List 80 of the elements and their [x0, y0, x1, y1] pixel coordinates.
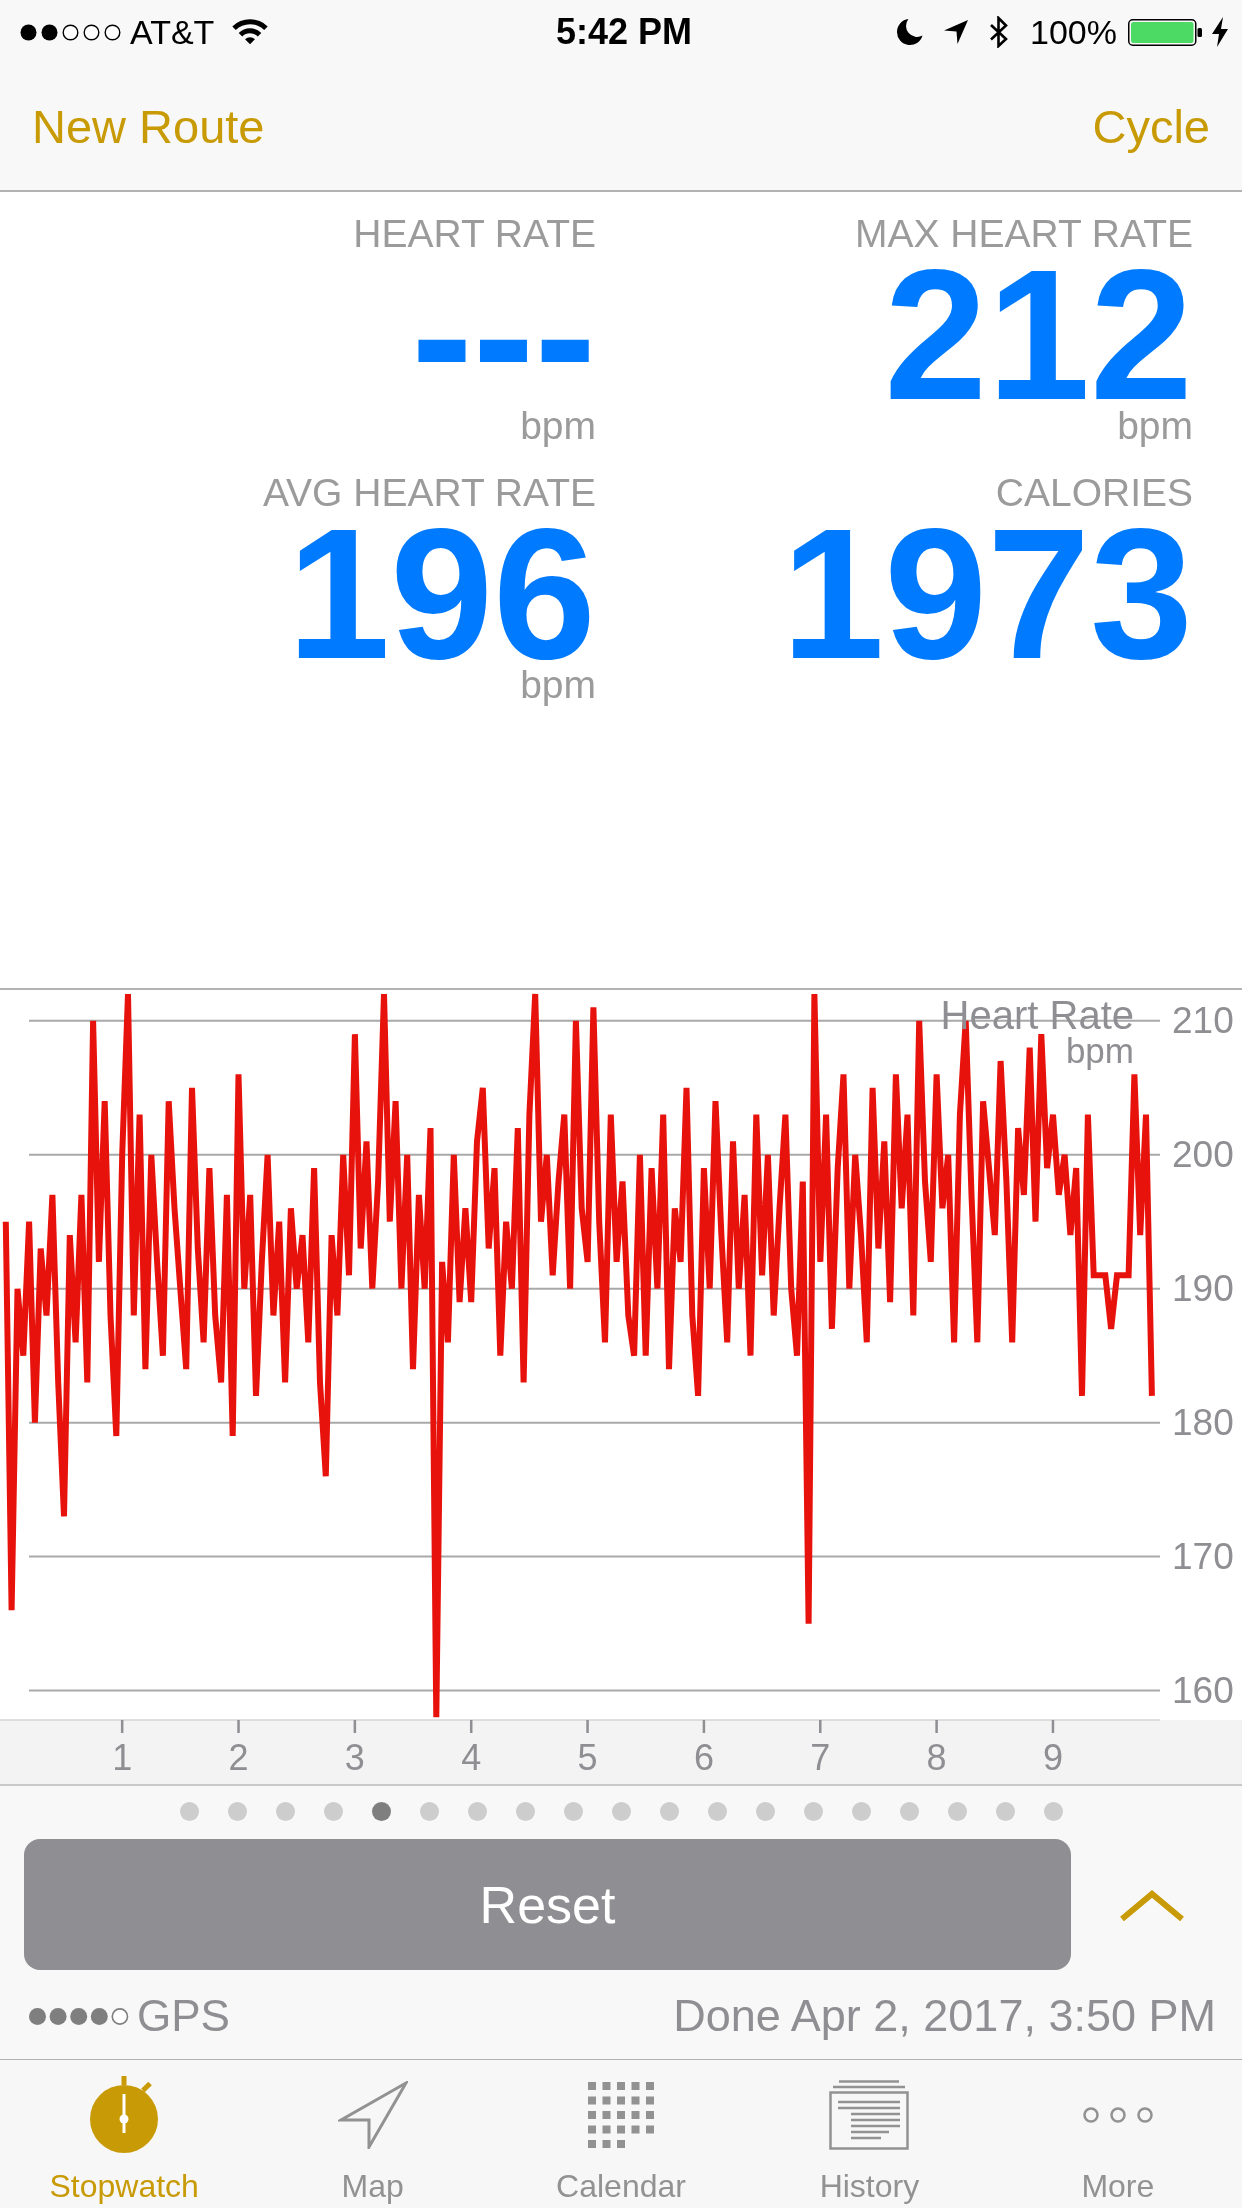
page-indicator-dot[interactable] [323, 1802, 343, 1821]
status-time: 5:42 PM [555, 11, 693, 52]
page-indicator-dot[interactable] [467, 1802, 487, 1821]
x-tick-label: 5 [577, 1736, 598, 1778]
x-axis-tick: 5 [577, 1720, 598, 1778]
metric-label: MAX HEART RATE [854, 212, 1193, 256]
x-tick-label: 2 [228, 1736, 249, 1778]
page-indicator-dot[interactable] [563, 1802, 583, 1821]
x-axis-tick: 3 [344, 1720, 365, 1778]
cycle-button[interactable]: Cycle [1092, 99, 1210, 155]
battery-percentage: 100% [1030, 12, 1117, 52]
x-tick-label: 6 [693, 1736, 714, 1778]
bluetooth-icon [987, 16, 1011, 48]
page-indicator-dot[interactable] [707, 1802, 727, 1821]
page-indicator-dot[interactable] [227, 1802, 247, 1821]
metric-unit: bpm [520, 664, 596, 706]
x-tick-label: 8 [926, 1736, 947, 1778]
tab-bar-item[interactable]: Calendar [496, 2060, 746, 2208]
x-axis-tick: 2 [228, 1720, 249, 1778]
x-tick-label: 7 [810, 1736, 831, 1778]
carrier-name: AT&T [130, 12, 215, 52]
page-indicator-dot[interactable] [179, 1802, 199, 1821]
tab-bar-item[interactable]: Map [248, 2060, 497, 2208]
tab-bar-item[interactable]: History [745, 2060, 994, 2208]
tab-bar-item[interactable]: Stopwatch [0, 2060, 249, 2208]
document-icon [829, 2080, 910, 2150]
page-indicator-dot[interactable] [755, 1802, 775, 1821]
x-axis-tick: 7 [810, 1720, 831, 1778]
y-axis-label: 200 [1172, 1134, 1234, 1176]
y-axis-label: 180 [1172, 1402, 1234, 1444]
page-indicator-dot[interactable] [995, 1802, 1015, 1821]
metric-label: AVG HEART RATE [262, 471, 596, 515]
page-indicator-dot[interactable] [515, 1802, 535, 1821]
page-indicator-dot[interactable] [611, 1802, 631, 1821]
battery-icon [1128, 18, 1202, 46]
reset-button[interactable]: Reset [24, 1839, 1071, 1970]
page-indicator-dot[interactable] [803, 1802, 823, 1821]
page-indicator-dot[interactable] [899, 1802, 919, 1821]
x-tick-label: 1 [112, 1736, 133, 1778]
x-axis-tick: 8 [926, 1720, 947, 1778]
new-route-button[interactable]: New Route [32, 99, 265, 155]
x-tick-label: 4 [461, 1736, 482, 1778]
metric-value: --- [411, 265, 596, 405]
metric-value: 196 [287, 524, 596, 664]
x-axis-tick: 6 [693, 1720, 714, 1778]
page-indicator-dot[interactable] [851, 1802, 871, 1821]
metric-unit: bpm [520, 405, 596, 447]
y-axis-label: 160 [1172, 1670, 1234, 1712]
metric-label: HEART RATE [353, 212, 596, 256]
navigation-arrow-icon [337, 2081, 408, 2149]
wifi-icon [232, 19, 269, 45]
moon-icon [896, 18, 925, 46]
gps-label: GPS [137, 1991, 230, 2041]
page-indicator-dot[interactable] [659, 1802, 679, 1821]
x-axis-tick: 4 [461, 1720, 482, 1778]
chart-unit-label: bpm [1065, 1031, 1134, 1070]
y-axis-label: 190 [1172, 1268, 1234, 1310]
page-indicator-dot[interactable] [947, 1802, 967, 1821]
page-indicator-dot[interactable] [1043, 1802, 1063, 1821]
metric-unit: bpm [1117, 405, 1193, 447]
charging-bolt-icon [1212, 17, 1228, 47]
calendar-icon [588, 2082, 654, 2148]
x-tick-label: 3 [344, 1736, 365, 1778]
more-icon [1081, 2107, 1154, 2123]
page-indicator-dot[interactable] [371, 1802, 391, 1821]
gps-signal-icon [29, 2007, 129, 2025]
completion-time: Done Apr 2, 2017, 3:50 PM [673, 1991, 1216, 2041]
page-indicator-dot[interactable] [419, 1802, 439, 1821]
y-axis-label: 170 [1172, 1536, 1234, 1578]
y-axis-label: 210 [1172, 1000, 1234, 1042]
metric-value: 1973 [781, 524, 1193, 664]
tab-bar-item[interactable]: More [993, 2060, 1242, 2208]
cellular-signal-icon [20, 23, 121, 41]
metric-value: 212 [884, 265, 1193, 405]
x-axis-tick: 1 [112, 1720, 133, 1778]
x-tick-label: 9 [1042, 1736, 1063, 1778]
page-indicator-dot[interactable] [275, 1802, 295, 1821]
location-arrow-icon [943, 19, 970, 45]
x-axis-tick: 9 [1042, 1720, 1063, 1778]
metric-label: CALORIES [995, 471, 1193, 515]
